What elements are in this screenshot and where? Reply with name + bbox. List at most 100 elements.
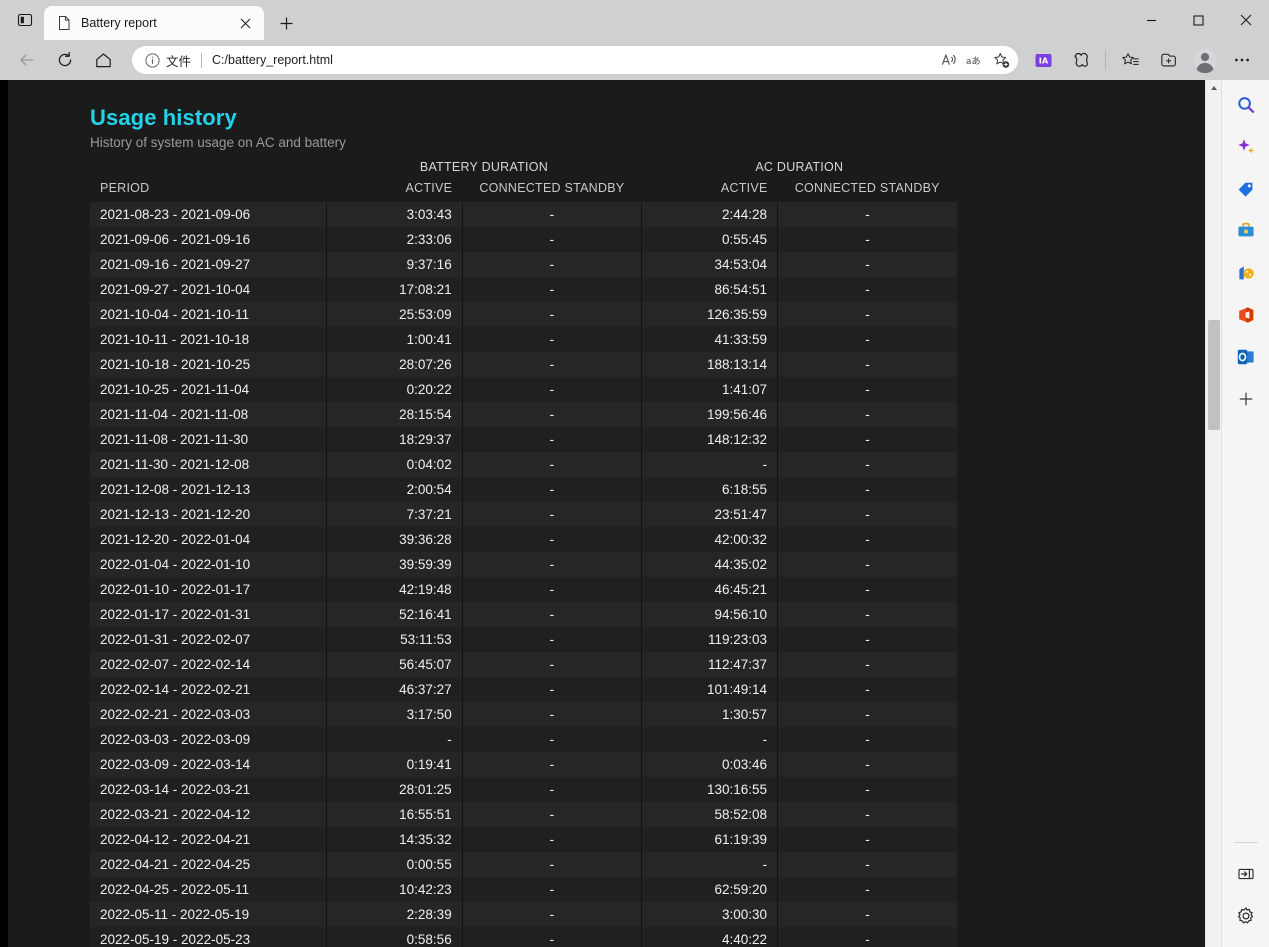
- address-bar[interactable]: 文件 C:/battery_report.html aあ: [132, 46, 1018, 74]
- tab-close-button[interactable]: [234, 12, 256, 34]
- back-button[interactable]: [11, 44, 43, 76]
- read-aloud-button[interactable]: [936, 47, 962, 73]
- info-circle-icon[interactable]: [144, 52, 161, 69]
- cell-battery-active: 10:42:23: [326, 877, 462, 902]
- table-row: 2021-12-13 - 2021-12-207:37:21-23:51:47-: [90, 502, 957, 527]
- table-row: 2021-10-25 - 2021-11-040:20:22-1:41:07-: [90, 377, 957, 402]
- browser-toolbar: 文件 C:/battery_report.html aあ: [0, 40, 1269, 80]
- column-header-row: PERIOD ACTIVE CONNECTED STANDBY ACTIVE C…: [90, 181, 957, 202]
- favorites-list-icon: [1121, 51, 1140, 70]
- cell-period: 2022-01-17 - 2022-01-31: [90, 602, 326, 627]
- maximize-button[interactable]: [1175, 0, 1222, 40]
- page-scrollbar[interactable]: [1205, 80, 1221, 947]
- cell-ac-standby: -: [778, 727, 957, 752]
- home-icon: [94, 51, 113, 70]
- search-icon: [1236, 95, 1256, 115]
- sidebar-item-search[interactable]: [1229, 88, 1263, 122]
- cell-ac-active: 86:54:51: [642, 277, 778, 302]
- sidebar-item-customize[interactable]: [1229, 382, 1263, 416]
- sidebar-item-outlook[interactable]: [1229, 340, 1263, 374]
- profile-button[interactable]: [1190, 45, 1220, 75]
- cell-period: 2022-02-14 - 2022-02-21: [90, 677, 326, 702]
- table-row: 2022-04-25 - 2022-05-1110:42:23-62:59:20…: [90, 877, 957, 902]
- collections-button[interactable]: [1152, 44, 1184, 76]
- url-text[interactable]: C:/battery_report.html: [212, 53, 936, 67]
- cell-ac-standby: -: [778, 452, 957, 477]
- cell-ac-active: -: [642, 727, 778, 752]
- ia-extension-button[interactable]: IA: [1027, 44, 1059, 76]
- gear-icon: [1236, 906, 1256, 926]
- cell-ac-active: 199:56:46: [642, 402, 778, 427]
- collections-icon: [1159, 51, 1178, 70]
- sidebar-expand-button[interactable]: [1229, 857, 1263, 891]
- cell-period: 2021-09-16 - 2021-09-27: [90, 252, 326, 277]
- cell-ac-standby: -: [778, 527, 957, 552]
- home-button[interactable]: [87, 44, 119, 76]
- cell-period: 2022-01-10 - 2022-01-17: [90, 577, 326, 602]
- table-row: 2022-03-09 - 2022-03-140:19:41-0:03:46-: [90, 752, 957, 777]
- cell-period: 2022-05-11 - 2022-05-19: [90, 902, 326, 927]
- cell-ac-standby: -: [778, 802, 957, 827]
- cell-period: 2022-02-07 - 2022-02-14: [90, 652, 326, 677]
- minimize-button[interactable]: [1128, 0, 1175, 40]
- sidebar-item-office[interactable]: [1229, 298, 1263, 332]
- favorites-button[interactable]: [1114, 44, 1146, 76]
- sidebar-item-shopping[interactable]: [1229, 172, 1263, 206]
- battery-report-page: Usage history History of system usage on…: [8, 80, 1206, 947]
- cell-period: 2021-12-20 - 2022-01-04: [90, 527, 326, 552]
- cell-ac-active: 1:41:07: [642, 377, 778, 402]
- close-window-button[interactable]: [1222, 0, 1269, 40]
- cell-period: 2021-12-13 - 2021-12-20: [90, 502, 326, 527]
- cell-period: 2022-05-19 - 2022-05-23: [90, 927, 326, 947]
- cell-battery-active: 2:33:06: [326, 227, 462, 252]
- close-icon: [1240, 14, 1252, 26]
- cell-ac-standby: -: [778, 577, 957, 602]
- table-row: 2021-11-08 - 2021-11-3018:29:37-148:12:3…: [90, 427, 957, 452]
- table-row: 2022-05-19 - 2022-05-230:58:56-4:40:22-: [90, 927, 957, 947]
- tab-search-button[interactable]: [6, 3, 44, 37]
- settings-and-more-button[interactable]: [1226, 44, 1258, 76]
- cell-period: 2021-10-25 - 2021-11-04: [90, 377, 326, 402]
- scroll-up-button[interactable]: [1206, 80, 1222, 96]
- browser-tab[interactable]: Battery report: [44, 6, 264, 40]
- read-aloud-icon: [940, 51, 959, 70]
- sidebar-separator: [1234, 842, 1258, 843]
- cell-battery-standby: -: [462, 602, 641, 627]
- sidebar-item-tools[interactable]: [1229, 214, 1263, 248]
- cell-battery-active: 9:37:16: [326, 252, 462, 277]
- cell-period: 2022-03-03 - 2022-03-09: [90, 727, 326, 752]
- cell-battery-active: 0:58:56: [326, 927, 462, 947]
- cell-ac-standby: -: [778, 777, 957, 802]
- cell-ac-active: 2:44:28: [642, 202, 778, 227]
- page-subtitle: History of system usage on AC and batter…: [90, 135, 1206, 150]
- cell-period: 2021-11-08 - 2021-11-30: [90, 427, 326, 452]
- sidebar-item-copilot[interactable]: [1229, 130, 1263, 164]
- cell-battery-standby: -: [462, 527, 641, 552]
- cell-ac-active: 34:53:04: [642, 252, 778, 277]
- cell-ac-standby: -: [778, 702, 957, 727]
- table-row: 2021-10-04 - 2021-10-1125:53:09-126:35:5…: [90, 302, 957, 327]
- cell-ac-standby: -: [778, 852, 957, 877]
- table-row: 2021-10-11 - 2021-10-181:00:41-41:33:59-: [90, 327, 957, 352]
- sidebar-item-games[interactable]: [1229, 256, 1263, 290]
- new-tab-button[interactable]: [271, 8, 301, 38]
- table-row: 2022-05-11 - 2022-05-192:28:39-3:00:30-: [90, 902, 957, 927]
- page-title: Usage history: [90, 105, 1206, 131]
- copilot-button[interactable]: [1065, 44, 1097, 76]
- cell-ac-active: 119:23:03: [642, 627, 778, 652]
- add-favorite-button[interactable]: [988, 47, 1014, 73]
- cell-battery-standby: -: [462, 852, 641, 877]
- cell-battery-active: 18:29:37: [326, 427, 462, 452]
- maximize-icon: [1193, 15, 1204, 26]
- cell-battery-standby: -: [462, 827, 641, 852]
- tools-briefcase-icon: [1236, 221, 1256, 241]
- translate-button[interactable]: aあ: [962, 47, 988, 73]
- scrollbar-thumb[interactable]: [1208, 320, 1220, 430]
- refresh-button[interactable]: [49, 44, 81, 76]
- cell-battery-active: 39:36:28: [326, 527, 462, 552]
- ia-extension-icon: IA: [1034, 51, 1053, 70]
- svg-text:IA: IA: [1038, 55, 1048, 65]
- cell-ac-active: 62:59:20: [642, 877, 778, 902]
- cell-period: 2021-08-23 - 2021-09-06: [90, 202, 326, 227]
- sidebar-settings-button[interactable]: [1229, 899, 1263, 933]
